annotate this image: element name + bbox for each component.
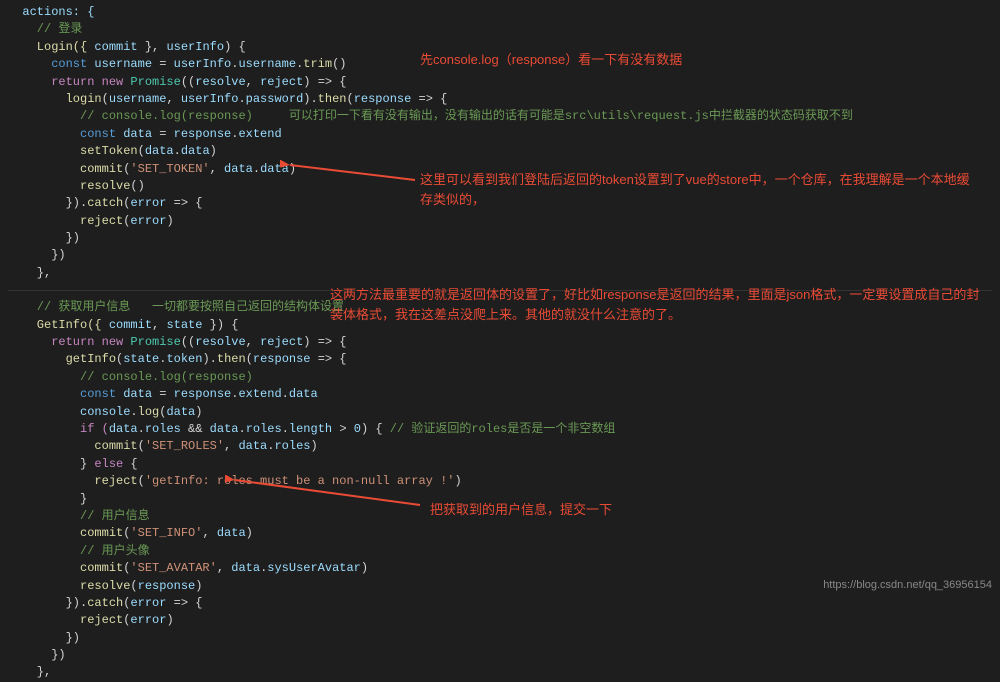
annotation-userinfo: 把获取到的用户信息，提交一下 [430,500,612,520]
code-line: commit('SET_AVATAR', data.sysUserAvatar) [8,560,992,577]
code-line: } else { [8,456,992,473]
code-line: // console.log(response) 可以打印一下看有没有输出，没有… [8,108,992,125]
code-line: commit('SET_ROLES', data.roles) [8,438,992,455]
code-line: actions: { [8,4,992,21]
annotation-methods: 这两方法最重要的就是返回体的设置了，好比如response是返回的结果，里面是j… [330,285,990,324]
code-line: // 用户头像 [8,543,992,560]
annotation-top: 先console.log（response）看一下有没有数据 [420,50,682,70]
code-line: }, [8,664,992,681]
code-line: if (data.roles && data.roles.length > 0)… [8,421,992,438]
annotation-token: 这里可以看到我们登陆后返回的token设置到了vue的store中，一个仓库，在… [420,170,980,209]
code-line: // 登录 [8,21,992,38]
code-line: return new Promise((resolve, reject) => … [8,334,992,351]
code-line: commit('SET_INFO', data) [8,525,992,542]
code-line: }) [8,647,992,664]
code-line: const data = response.extend [8,126,992,143]
code-line: // console.log(response) [8,369,992,386]
code-line: reject(error) [8,612,992,629]
code-line: }, [8,265,992,282]
code-line: reject(error) [8,213,992,230]
code-line: login(username, userInfo.password).then(… [8,91,992,108]
code-line: const data = response.extend.data [8,386,992,403]
code-line: reject('getInfo: roles must be a non-nul… [8,473,992,490]
code-line: getInfo(state.token).then(response => { [8,351,992,368]
code-line: return new Promise((resolve, reject) => … [8,74,992,91]
code-line: }) [8,630,992,647]
code-line: setToken(data.data) [8,143,992,160]
code-line: }).catch(error => { [8,595,992,612]
code-line: console.log(data) [8,404,992,421]
watermark: https://blog.csdn.net/qq_36956154 [823,578,992,594]
code-line: }) [8,247,992,264]
code-line: }) [8,230,992,247]
